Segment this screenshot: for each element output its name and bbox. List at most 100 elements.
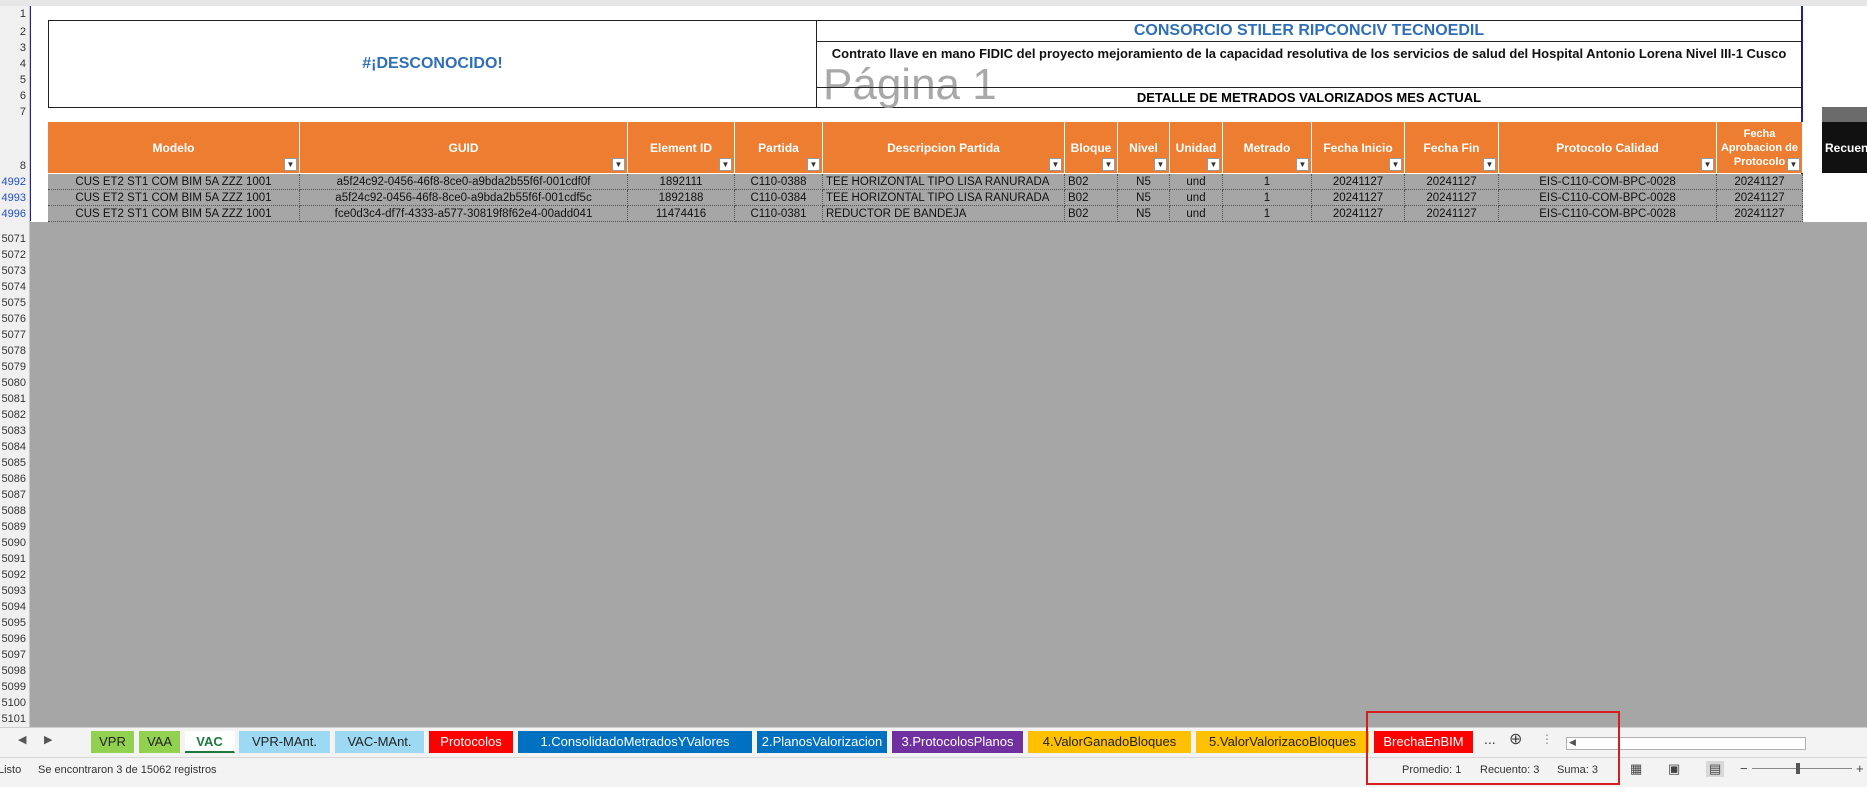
row-number[interactable]: 5084 xyxy=(0,439,29,455)
row-number[interactable]: 5097 xyxy=(0,647,29,663)
cell-fecha-aprobacion[interactable]: 20241127 xyxy=(1717,190,1803,206)
cell-descripcion[interactable]: TEE HORIZONTAL TIPO LISA RANURADA xyxy=(823,190,1065,206)
cell-modelo[interactable]: CUS ET2 ST1 COM BIM 5A ZZZ 1001 xyxy=(48,206,300,222)
col-header-metrado[interactable]: Metrado ▼ xyxy=(1223,122,1312,173)
cell-guid[interactable]: a5f24c92-0456-46f8-8ce0-a9bda2b55f6f-001… xyxy=(300,190,628,206)
row-number[interactable]: 5079 xyxy=(0,359,29,375)
cell-bloque[interactable]: B02 xyxy=(1065,206,1118,222)
filter-dropdown-icon[interactable]: ▼ xyxy=(719,158,732,171)
tab-scroll-left-icon[interactable]: ◀ xyxy=(18,733,26,746)
tab-scroll-right-icon[interactable]: ▶ xyxy=(44,733,52,746)
cell-descripcion[interactable]: TEE HORIZONTAL TIPO LISA RANURADA xyxy=(823,174,1065,190)
row-number[interactable]: 5075 xyxy=(0,295,29,311)
filter-dropdown-icon[interactable]: ▼ xyxy=(1787,158,1800,171)
cell-nivel[interactable]: N5 xyxy=(1118,174,1170,190)
zoom-in-icon[interactable]: + xyxy=(1856,761,1864,776)
row-number[interactable]: 5093 xyxy=(0,583,29,599)
row-number[interactable]: 3 xyxy=(0,40,29,56)
col-header-fecha-inicio[interactable]: Fecha Inicio ▼ xyxy=(1312,122,1405,173)
sheet-tab-vac[interactable]: VAC xyxy=(185,731,235,753)
row-number[interactable]: 5080 xyxy=(0,375,29,391)
filter-dropdown-icon[interactable]: ▼ xyxy=(1389,158,1402,171)
error-cell[interactable]: #¡DESCONOCIDO! xyxy=(49,21,816,107)
filter-dropdown-icon[interactable]: ▼ xyxy=(612,158,625,171)
sheet-tab-vpr[interactable]: VPR xyxy=(91,731,135,753)
cell-partida[interactable]: C110-0388 xyxy=(735,174,823,190)
row-number[interactable]: 5100 xyxy=(0,695,29,711)
cell-metrado[interactable]: 1 xyxy=(1223,206,1312,222)
sheet-tab-3-protocolosplanos[interactable]: 3.ProtocolosPlanos xyxy=(892,731,1024,753)
cell-element-id[interactable]: 1892111 xyxy=(628,174,735,190)
row-number[interactable]: 8 xyxy=(0,158,29,174)
zoom-out-icon[interactable]: − xyxy=(1740,761,1748,776)
row-number[interactable]: 5 xyxy=(0,72,29,88)
cell-fecha-inicio[interactable]: 20241127 xyxy=(1312,174,1405,190)
col-header-fecha-aprobacion[interactable]: Fecha Aprobacion de Protocolo ▼ xyxy=(1717,122,1803,173)
normal-view-icon[interactable]: ▦ xyxy=(1630,761,1642,777)
sheet-tab-4-valorganadobloques[interactable]: 4.ValorGanadoBloques xyxy=(1028,731,1192,753)
detail-heading[interactable]: DETALLE DE METRADOS VALORIZADOS MES ACTU… xyxy=(817,87,1801,108)
row-number[interactable]: 5082 xyxy=(0,407,29,423)
zoom-slider[interactable] xyxy=(1752,768,1852,769)
cell-nivel[interactable]: N5 xyxy=(1118,206,1170,222)
row-number[interactable]: 5081 xyxy=(0,391,29,407)
row-number[interactable]: 4996 xyxy=(0,206,29,222)
filter-dropdown-icon[interactable]: ▼ xyxy=(1154,158,1167,171)
filter-dropdown-icon[interactable]: ▼ xyxy=(807,158,820,171)
cell-partida[interactable]: C110-0384 xyxy=(735,190,823,206)
company-name[interactable]: CONSORCIO STILER RIPCONCIV TECNOEDIL xyxy=(817,21,1801,42)
filter-active-icon[interactable]: ▼ xyxy=(1701,158,1714,171)
col-header-recuento[interactable]: Recuento xyxy=(1822,122,1867,173)
filter-dropdown-icon[interactable]: ▼ xyxy=(1483,158,1496,171)
cell-metrado[interactable]: 1 xyxy=(1223,174,1312,190)
row-number[interactable]: 5076 xyxy=(0,311,29,327)
row-number[interactable]: 5089 xyxy=(0,519,29,535)
sheet-tab-vaa[interactable]: VAA xyxy=(139,731,181,753)
row-number[interactable]: 5092 xyxy=(0,567,29,583)
cell-element-id[interactable]: 1892188 xyxy=(628,190,735,206)
row-number[interactable]: 5074 xyxy=(0,279,29,295)
cell-guid[interactable]: fce0d3c4-df7f-4333-a577-30819f8f62e4-00a… xyxy=(300,206,628,222)
filter-active-icon[interactable]: ▼ xyxy=(1049,158,1062,171)
cell-partida[interactable]: C110-0381 xyxy=(735,206,823,222)
zoom-slider-knob[interactable] xyxy=(1796,763,1800,774)
cell-metrado[interactable]: 1 xyxy=(1223,190,1312,206)
sheet-tab-vpr-mant-[interactable]: VPR-MAnt. xyxy=(239,731,331,753)
cell-fecha-inicio[interactable]: 20241127 xyxy=(1312,190,1405,206)
cell-fecha-aprobacion[interactable]: 20241127 xyxy=(1717,206,1803,222)
cell-protocolo-calidad[interactable]: EIS-C110-COM-BPC-0028 xyxy=(1499,190,1717,206)
col-header-partida[interactable]: Partida ▼ xyxy=(735,122,823,173)
row-number[interactable]: 5094 xyxy=(0,599,29,615)
col-header-unidad[interactable]: Unidad ▼ xyxy=(1170,122,1223,173)
sheet-tab-vac-mant-[interactable]: VAC-MAnt. xyxy=(335,731,425,753)
cell-element-id[interactable]: 11474416 xyxy=(628,206,735,222)
col-header-protocolo-calidad[interactable]: Protocolo Calidad ▼ xyxy=(1499,122,1717,173)
page-break-view-icon[interactable]: ▤ xyxy=(1706,761,1725,777)
page-layout-view-icon[interactable]: ▣ xyxy=(1668,761,1680,777)
sheet-tab-protocolos[interactable]: Protocolos xyxy=(429,731,514,753)
row-number[interactable]: 2 xyxy=(0,24,29,40)
cell-unidad[interactable]: und xyxy=(1170,190,1223,206)
row-number[interactable]: 5087 xyxy=(0,487,29,503)
cell-nivel[interactable]: N5 xyxy=(1118,190,1170,206)
col-header-modelo[interactable]: Modelo ▼ xyxy=(48,122,300,173)
sheet-tab-5-valorvalorizacobloques[interactable]: 5.ValorValorizacoBloques xyxy=(1196,731,1370,753)
cell-fecha-aprobacion[interactable]: 20241127 xyxy=(1717,174,1803,190)
table-row[interactable]: CUS ET2 ST1 COM BIM 5A ZZZ 1001 a5f24c92-… xyxy=(48,190,1803,206)
cell-protocolo-calidad[interactable]: EIS-C110-COM-BPC-0028 xyxy=(1499,174,1717,190)
row-number[interactable]: 5086 xyxy=(0,471,29,487)
row-number[interactable]: 5095 xyxy=(0,615,29,631)
row-number[interactable]: 6 xyxy=(0,88,29,104)
cell-fecha-fin[interactable]: 20241127 xyxy=(1405,190,1499,206)
sheet-tab-2-planosvalorizacion[interactable]: 2.PlanosValorizacion xyxy=(757,731,888,753)
row-number[interactable]: 5091 xyxy=(0,551,29,567)
cell-protocolo-calidad[interactable]: EIS-C110-COM-BPC-0028 xyxy=(1499,206,1717,222)
row-number[interactable]: 5073 xyxy=(0,263,29,279)
filter-dropdown-icon[interactable]: ▼ xyxy=(1207,158,1220,171)
row-number[interactable]: 7 xyxy=(0,104,29,120)
row-number[interactable]: 5101 xyxy=(0,711,29,727)
row-number[interactable]: 5085 xyxy=(0,455,29,471)
cell-modelo[interactable]: CUS ET2 ST1 COM BIM 5A ZZZ 1001 xyxy=(48,190,300,206)
cell-fecha-fin[interactable]: 20241127 xyxy=(1405,174,1499,190)
row-number[interactable]: 5090 xyxy=(0,535,29,551)
